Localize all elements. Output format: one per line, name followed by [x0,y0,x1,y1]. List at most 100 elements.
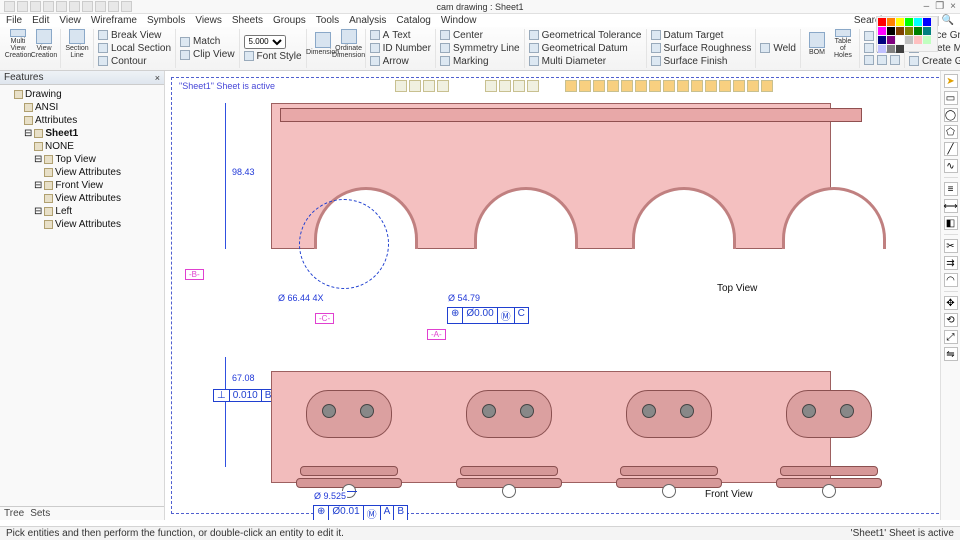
minimize-button[interactable]: – [924,1,930,12]
create-group-button[interactable]: Create Group [909,56,960,67]
color-swatch[interactable] [878,36,886,44]
dimension-6708-line[interactable] [225,357,226,467]
features-close-button[interactable]: × [155,73,160,83]
search-icon[interactable]: 🔍 [942,15,954,26]
tree-viewattr2[interactable]: View Attributes [55,192,121,205]
menu-window[interactable]: Window [441,15,477,26]
drawing-canvas[interactable]: "Sheet1" Sheet is active 98.43 -B- Top V… [165,71,960,520]
color-swatch[interactable] [887,18,895,26]
qat-btn[interactable] [56,1,67,12]
match-button[interactable]: Match [180,36,235,47]
mini-btn[interactable] [565,80,577,92]
dimension-button[interactable]: Dimension [311,29,335,59]
spline-tool[interactable]: ∿ [944,159,958,173]
multi-diameter-button[interactable]: Multi Diameter [529,56,642,67]
geometrical-datum-button[interactable]: Geometrical Datum [529,43,642,54]
bolt-circle[interactable] [299,199,389,289]
mini-btn[interactable] [409,80,421,92]
color-swatch[interactable] [878,18,886,26]
color-tool[interactable]: ◧ [944,216,958,230]
mini-btn[interactable] [485,80,497,92]
contour-button[interactable]: Contour [98,56,171,67]
qat-btn[interactable] [4,1,15,12]
tree-none[interactable]: NONE [45,140,74,153]
polygon-tool[interactable]: ⬠ [944,125,958,139]
marking-button[interactable]: Marking [440,56,520,67]
close-button[interactable]: × [950,1,956,12]
menu-symbols[interactable]: Symbols [147,15,185,26]
color-swatch[interactable] [905,18,913,26]
mini-btn[interactable] [593,80,605,92]
fcf-perpendicularity[interactable]: ⊥0.010B [213,389,275,402]
color-swatch[interactable] [887,27,895,35]
dimension-tool[interactable]: ⟷ [944,199,958,213]
surface-roughness-button[interactable]: Surface Roughness [651,43,752,54]
mini-btn[interactable] [607,80,619,92]
mirror-tool[interactable]: ⇋ [944,347,958,361]
color-swatch[interactable] [896,36,904,44]
mini-btn[interactable] [747,80,759,92]
tree-sheet1[interactable]: Sheet1 [45,127,78,140]
mini-btn[interactable] [663,80,675,92]
break-view-button[interactable]: Break View [98,30,171,41]
dimension-9843[interactable]: 98.43 [231,167,256,177]
ribbon-icon[interactable] [864,55,874,65]
menu-file[interactable]: File [6,15,22,26]
menu-view[interactable]: View [59,15,81,26]
view-creation-button[interactable]: View Creation [32,29,56,59]
ribbon-icon[interactable] [890,55,900,65]
clip-view-button[interactable]: Clip View [180,49,235,60]
color-swatch[interactable] [878,45,886,53]
text-button[interactable]: AText [370,30,431,41]
font-style-button[interactable]: Font Style [244,51,302,62]
tree-topview[interactable]: Top View [55,153,95,166]
qat-btn[interactable] [69,1,80,12]
mini-btn[interactable] [705,80,717,92]
align-tool[interactable]: ≡ [944,182,958,196]
surface-finish-button[interactable]: Surface Finish [651,56,752,67]
mini-btn[interactable] [733,80,745,92]
color-swatch[interactable] [905,27,913,35]
qat-btn[interactable] [30,1,41,12]
color-swatch[interactable] [923,36,931,44]
move-tool[interactable]: ✥ [944,296,958,310]
mini-btn[interactable] [621,80,633,92]
qat-btn[interactable] [17,1,28,12]
bom-button[interactable]: BOM [805,29,829,59]
dimension-66[interactable]: Ø 66.44 4X [277,293,325,303]
offset-tool[interactable]: ⇉ [944,256,958,270]
color-swatch[interactable] [887,36,895,44]
menu-tools[interactable]: Tools [316,15,339,26]
fillet-tool[interactable]: ◠ [944,273,958,287]
color-swatch[interactable] [914,18,922,26]
scale-tool[interactable]: ⤢ [944,330,958,344]
ribbon-icon[interactable] [864,31,874,41]
datum-target-button[interactable]: Datum Target [651,30,752,41]
section-line-button[interactable]: Section Line [65,29,89,59]
color-swatch[interactable] [905,36,913,44]
rectangle-tool[interactable]: ▭ [944,91,958,105]
tab-sets[interactable]: Sets [30,508,50,519]
mini-btn[interactable] [761,80,773,92]
fcf-position-bottom[interactable]: ⊕Ø0.01ⓂAB [313,505,408,520]
trim-tool[interactable]: ✂ [944,239,958,253]
color-swatch[interactable] [923,18,931,26]
front-view-part[interactable] [271,371,831,483]
qat-btn[interactable] [121,1,132,12]
tab-tree[interactable]: Tree [4,508,24,519]
mini-btn[interactable] [579,80,591,92]
menu-views[interactable]: Views [195,15,222,26]
menu-wireframe[interactable]: Wireframe [91,15,137,26]
color-swatch[interactable] [896,18,904,26]
local-section-button[interactable]: Local Section [98,43,171,54]
mini-btn[interactable] [649,80,661,92]
mini-btn[interactable] [691,80,703,92]
tree-ansi[interactable]: ANSI [35,101,58,114]
color-swatch[interactable] [878,27,886,35]
geometrical-tolerance-button[interactable]: Geometrical Tolerance [529,30,642,41]
qat-btn[interactable] [82,1,93,12]
qat-btn[interactable] [95,1,106,12]
datum-a[interactable]: -A- [427,329,446,340]
tree-viewattr[interactable]: View Attributes [55,166,121,179]
rotate-tool[interactable]: ⟲ [944,313,958,327]
